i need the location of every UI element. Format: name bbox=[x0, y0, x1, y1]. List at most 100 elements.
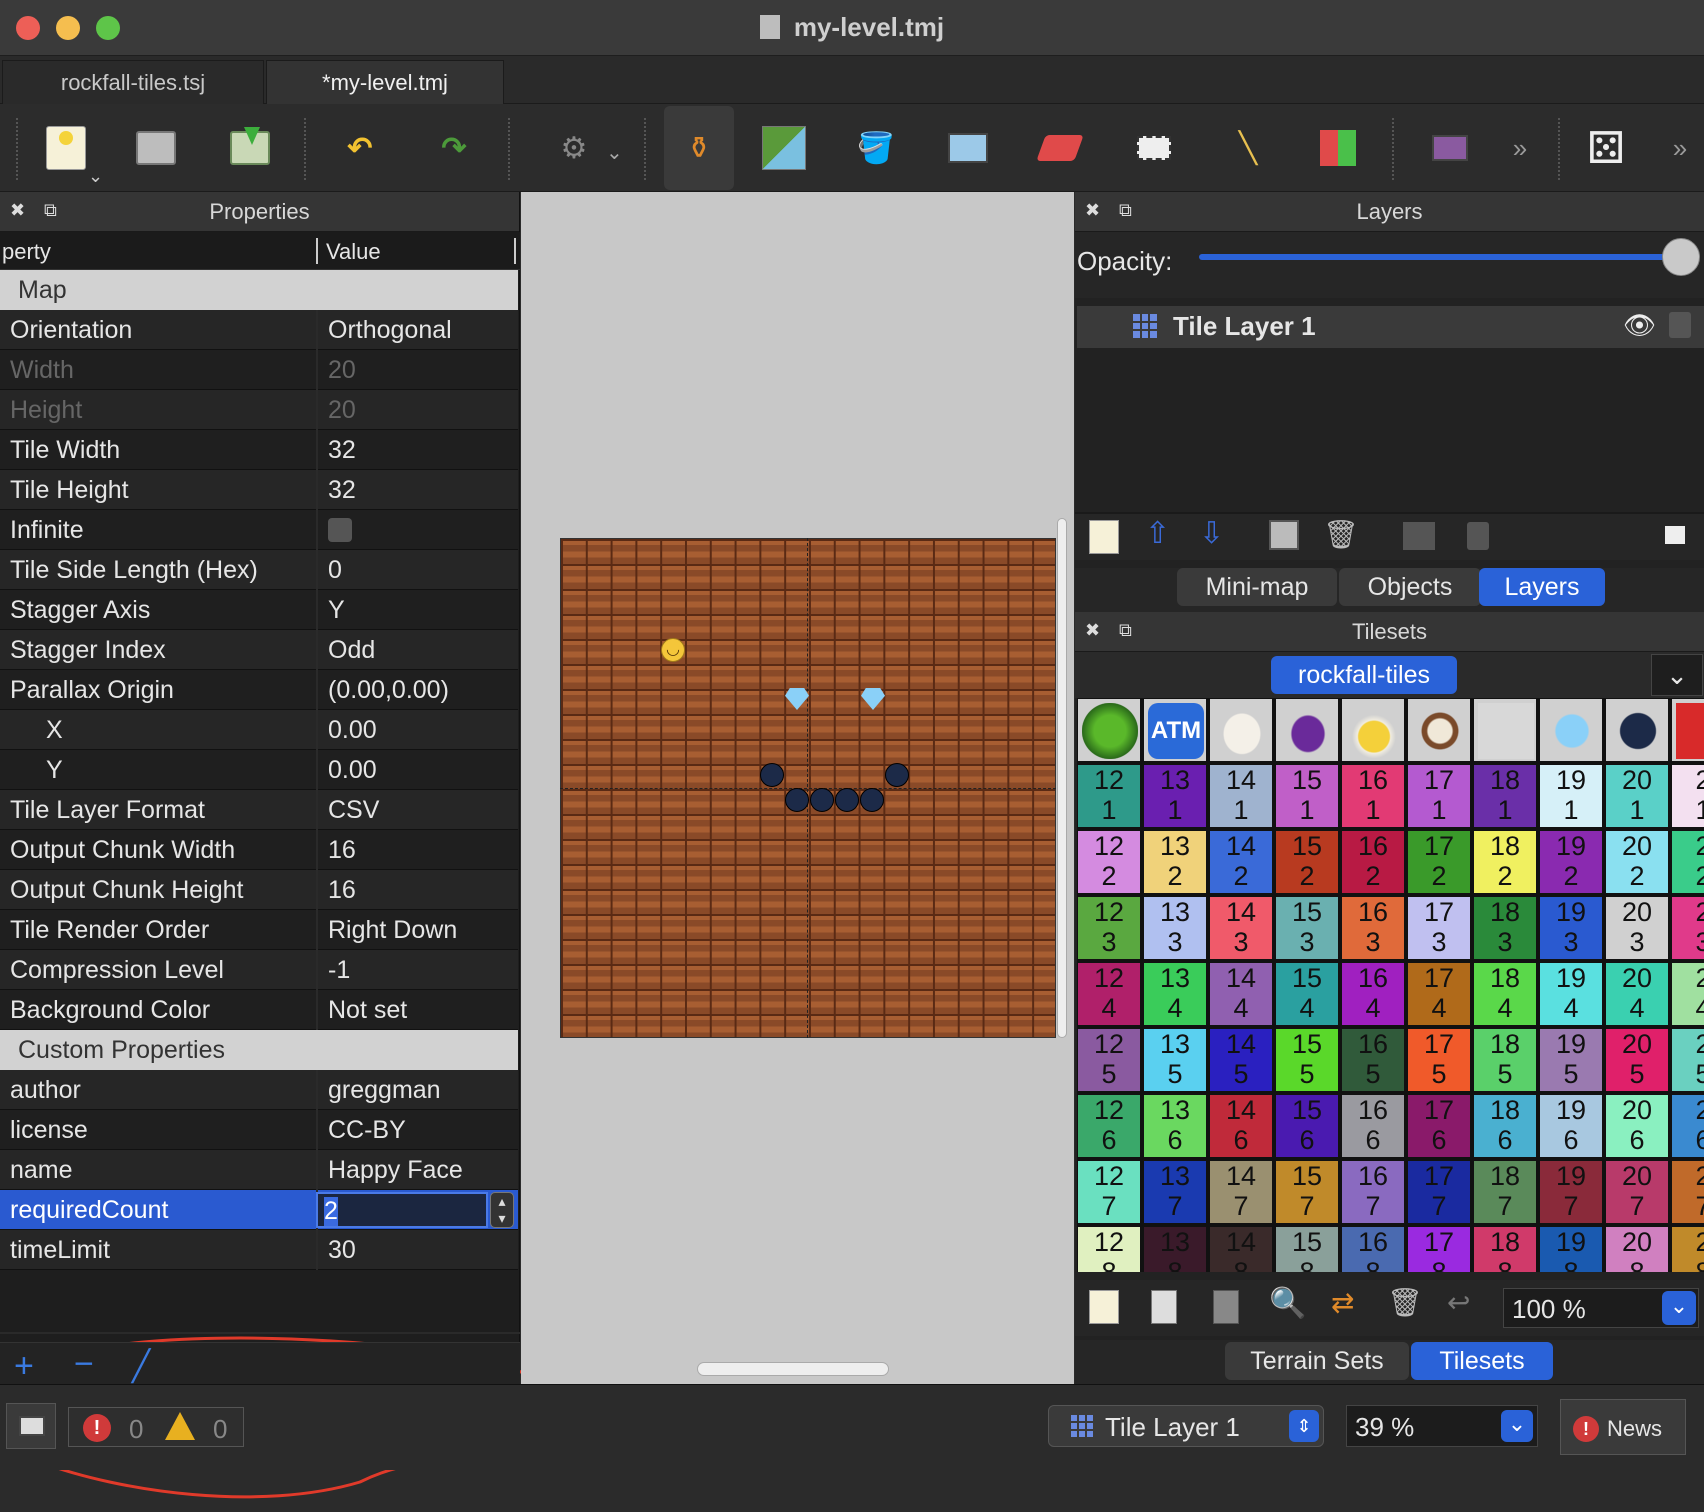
tileset-tile[interactable]: 12 2 bbox=[1077, 830, 1141, 894]
tileset-tile[interactable]: 19 7 bbox=[1539, 1160, 1603, 1224]
lock-icon[interactable] bbox=[1669, 312, 1691, 338]
horizontal-scrollbar[interactable] bbox=[697, 1362, 889, 1376]
infinite-checkbox[interactable] bbox=[328, 518, 352, 542]
tileset-tile[interactable]: 15 6 bbox=[1275, 1094, 1339, 1158]
tileset-tile[interactable]: 16 5 bbox=[1341, 1028, 1405, 1092]
select-same-tile-button[interactable] bbox=[1312, 122, 1364, 174]
tileset-tile[interactable]: 12 4 bbox=[1077, 962, 1141, 1026]
property-row[interactable]: Width 20 bbox=[0, 350, 518, 390]
close-icon[interactable]: ✖ bbox=[1085, 200, 1100, 221]
smiley-tile[interactable]: ◡ bbox=[661, 638, 685, 662]
raise-layer-icon[interactable]: ⇧ bbox=[1145, 516, 1170, 551]
blank-tile-tile[interactable] bbox=[1473, 698, 1537, 762]
lower-layer-icon[interactable]: ⇩ bbox=[1199, 516, 1224, 551]
property-row[interactable]: name Happy Face bbox=[0, 1150, 518, 1190]
tileset-tile[interactable]: 13 8 bbox=[1143, 1226, 1207, 1272]
tileset-tab-rockfall-tiles[interactable]: rockfall-tiles bbox=[1271, 656, 1457, 694]
tileset-tile[interactable]: 27 bbox=[1671, 1160, 1704, 1224]
virus-tile[interactable] bbox=[1077, 698, 1141, 762]
tileset-tile[interactable]: 17 5 bbox=[1407, 1028, 1471, 1092]
tileset-tile[interactable]: 15 3 bbox=[1275, 896, 1339, 960]
tileset-tile[interactable]: 18 7 bbox=[1473, 1160, 1537, 1224]
undo-button[interactable]: ↶ bbox=[334, 122, 386, 174]
tileset-tile[interactable]: 18 4 bbox=[1473, 962, 1537, 1026]
property-row[interactable]: X 0.00 bbox=[0, 710, 518, 750]
tileset-tile[interactable]: 19 4 bbox=[1539, 962, 1603, 1026]
tileset-tile[interactable]: 20 2 bbox=[1605, 830, 1669, 894]
dynamic-wrapping-icon[interactable]: ↩ bbox=[1447, 1286, 1470, 1319]
command-button[interactable]: ⚙ bbox=[548, 122, 600, 174]
tileset-tile[interactable]: 16 6 bbox=[1341, 1094, 1405, 1158]
rock-tile[interactable] bbox=[785, 788, 809, 812]
property-row[interactable]: Output Chunk Height 16 bbox=[0, 870, 518, 910]
tileset-tile[interactable]: 23 bbox=[1671, 896, 1704, 960]
rock-tile[interactable] bbox=[835, 788, 859, 812]
edit-tileset-icon[interactable]: 🔍 bbox=[1269, 1286, 1306, 1321]
tileset-tile[interactable]: 14 7 bbox=[1209, 1160, 1273, 1224]
column-header-property[interactable]: perty bbox=[2, 239, 51, 265]
add-property-button[interactable]: + bbox=[14, 1347, 34, 1386]
float-panel-icon[interactable]: ⧉ bbox=[44, 200, 57, 221]
property-row[interactable]: Tile Side Length (Hex) 0 bbox=[0, 550, 518, 590]
tileset-tile[interactable]: 13 3 bbox=[1143, 896, 1207, 960]
tileset-tile[interactable]: 20 6 bbox=[1605, 1094, 1669, 1158]
tileset-tile[interactable]: 25 bbox=[1671, 1028, 1704, 1092]
property-row[interactable]: Infinite bbox=[0, 510, 518, 550]
tileset-tile[interactable]: 14 1 bbox=[1209, 764, 1273, 828]
rename-property-button[interactable]: ╱ bbox=[132, 1349, 150, 1384]
terrain-brush-button[interactable] bbox=[758, 122, 810, 174]
map-canvas[interactable]: ◡ bbox=[521, 192, 1074, 1384]
tileset-tile[interactable]: 13 6 bbox=[1143, 1094, 1207, 1158]
eraser-button[interactable] bbox=[1034, 122, 1086, 174]
column-header-value[interactable]: Value bbox=[326, 239, 381, 265]
tileset-tile[interactable]: 26 bbox=[1671, 1094, 1704, 1158]
tileset-tile[interactable]: 18 3 bbox=[1473, 896, 1537, 960]
property-row[interactable]: Orientation Orthogonal bbox=[0, 310, 518, 350]
tileset-tile[interactable]: 21 bbox=[1671, 764, 1704, 828]
issues-counter[interactable]: ! 0 0 bbox=[68, 1407, 244, 1447]
duplicate-layer-icon[interactable] bbox=[1269, 520, 1299, 550]
tab-tilesets[interactable]: Tilesets bbox=[1411, 1342, 1553, 1380]
tileset-tile[interactable]: 16 8 bbox=[1341, 1226, 1405, 1272]
tileset-tile[interactable]: 16 4 bbox=[1341, 962, 1405, 1026]
layer-row[interactable]: Tile Layer 1 👁 bbox=[1077, 306, 1704, 348]
atm-tile[interactable]: ATM bbox=[1143, 698, 1207, 762]
property-row[interactable]: Height 20 bbox=[0, 390, 518, 430]
gem-tile[interactable] bbox=[1539, 698, 1603, 762]
tileset-tile[interactable]: 16 1 bbox=[1341, 764, 1405, 828]
tileset-tile[interactable]: 19 6 bbox=[1539, 1094, 1603, 1158]
stamp-brush-button[interactable]: ⚱ bbox=[664, 106, 734, 190]
tileset-grid[interactable]: ATM 12 1 13 1 14 1 15 1 16 1 17 1 18 1 19 1 20 1 2 1 12 2 13 2 14… bbox=[1077, 698, 1704, 1272]
tileset-tile[interactable]: 17 4 bbox=[1407, 962, 1471, 1026]
eye-icon[interactable]: 👁 bbox=[1623, 310, 1656, 341]
redo-button[interactable]: ↷ bbox=[428, 122, 480, 174]
property-row[interactable]: Y 0.00 bbox=[0, 750, 518, 790]
tileset-tile[interactable]: 20 7 bbox=[1605, 1160, 1669, 1224]
tileset-tile[interactable]: 19 1 bbox=[1539, 764, 1603, 828]
rectangle-select-button[interactable] bbox=[1128, 122, 1180, 174]
tileset-tile[interactable]: 18 5 bbox=[1473, 1028, 1537, 1092]
tileset-tile[interactable]: 16 7 bbox=[1341, 1160, 1405, 1224]
tileset-tile[interactable]: 17 1 bbox=[1407, 764, 1471, 828]
property-row[interactable]: Tile Render Order Right Down bbox=[0, 910, 518, 950]
tab-terrain-sets[interactable]: Terrain Sets bbox=[1225, 1342, 1409, 1380]
tileset-tile[interactable]: 19 5 bbox=[1539, 1028, 1603, 1092]
tileset-list-dropdown[interactable]: ⌄ bbox=[1651, 654, 1703, 696]
tileset-zoom-select[interactable]: 100 % ⌄ bbox=[1503, 1288, 1699, 1328]
chevron-down-icon[interactable]: ⌄ bbox=[606, 140, 623, 165]
tileset-tile[interactable]: 19 3 bbox=[1539, 896, 1603, 960]
tileset-tile[interactable]: 22 bbox=[1671, 830, 1704, 894]
tileset-tile[interactable]: 12 8 bbox=[1077, 1226, 1141, 1272]
tileset-tile[interactable]: 18 6 bbox=[1473, 1094, 1537, 1158]
property-row[interactable]: license CC-BY bbox=[0, 1110, 518, 1150]
required-count-spinbox[interactable]: 2 bbox=[316, 1192, 488, 1228]
stepper-icon[interactable]: ▴ ▾ bbox=[490, 1192, 514, 1228]
tileset-tile[interactable]: 19 8 bbox=[1539, 1226, 1603, 1272]
new-tileset-icon[interactable] bbox=[1089, 1290, 1119, 1324]
tileset-tile[interactable]: 12 1 bbox=[1077, 764, 1141, 828]
replace-tileset-icon[interactable]: ⇄ bbox=[1331, 1286, 1354, 1319]
console-button[interactable] bbox=[6, 1403, 56, 1449]
tileset-tile[interactable]: 17 3 bbox=[1407, 896, 1471, 960]
opacity-slider-handle[interactable] bbox=[1662, 238, 1700, 276]
toolbar-overflow-button-2[interactable]: » bbox=[1654, 122, 1704, 174]
